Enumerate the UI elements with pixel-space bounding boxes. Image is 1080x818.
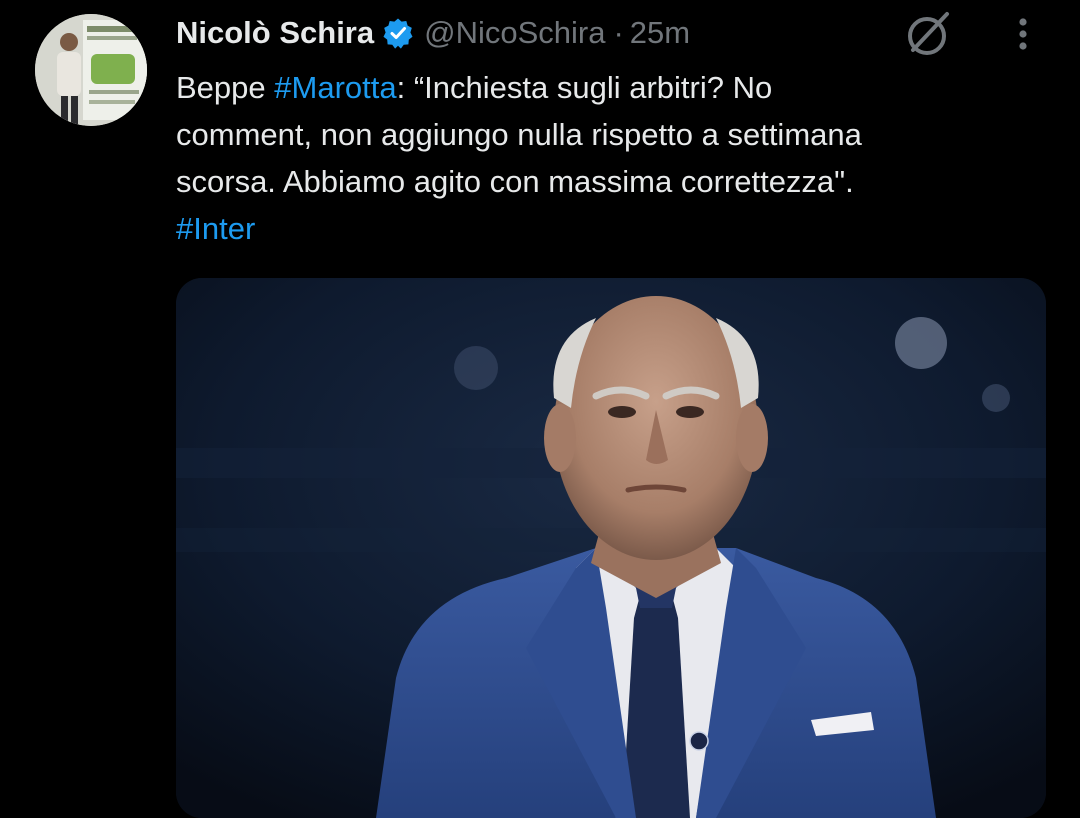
verified-badge-icon [382,17,414,49]
tweet-text-line-2: comment, non aggiungo nulla rispetto a s… [176,117,862,152]
header-separator: · [613,15,624,50]
tweet[interactable]: Nicolò Schira @NicoSchira · 25m Beppe #M… [0,0,1080,818]
author-handle[interactable]: @NicoSchira [424,15,605,51]
grok-icon[interactable] [900,6,956,62]
tweet-text-prefix: Beppe [176,70,275,105]
tweet-text-line-3: scorsa. Abbiamo agito con massima corret… [176,164,854,199]
hashtag-marotta-link[interactable]: #Marotta [274,70,396,105]
tweet-text-quote-start: : “Inchiesta sugli arbitri? No [396,70,773,105]
tweet-media-photo[interactable] [176,278,1046,818]
tweet-header: Nicolò Schira @NicoSchira · 25m [176,10,690,56]
author-display-name[interactable]: Nicolò Schira [176,15,374,51]
avatar-image [35,14,147,126]
tweet-text-line-4: #Inter [176,205,1056,252]
avatar[interactable] [35,14,147,126]
tweet-text: Beppe #Marotta: “Inchiesta sugli arbitri… [176,64,1056,252]
more-vertical-icon[interactable] [1006,10,1040,58]
tweet-timestamp[interactable]: 25m [630,15,690,51]
hashtag-inter-link[interactable]: #Inter [176,211,255,246]
photo-image [176,278,1046,818]
tweet-text-line-1: Beppe #Marotta: “Inchiesta sugli arbitri… [176,64,1056,111]
